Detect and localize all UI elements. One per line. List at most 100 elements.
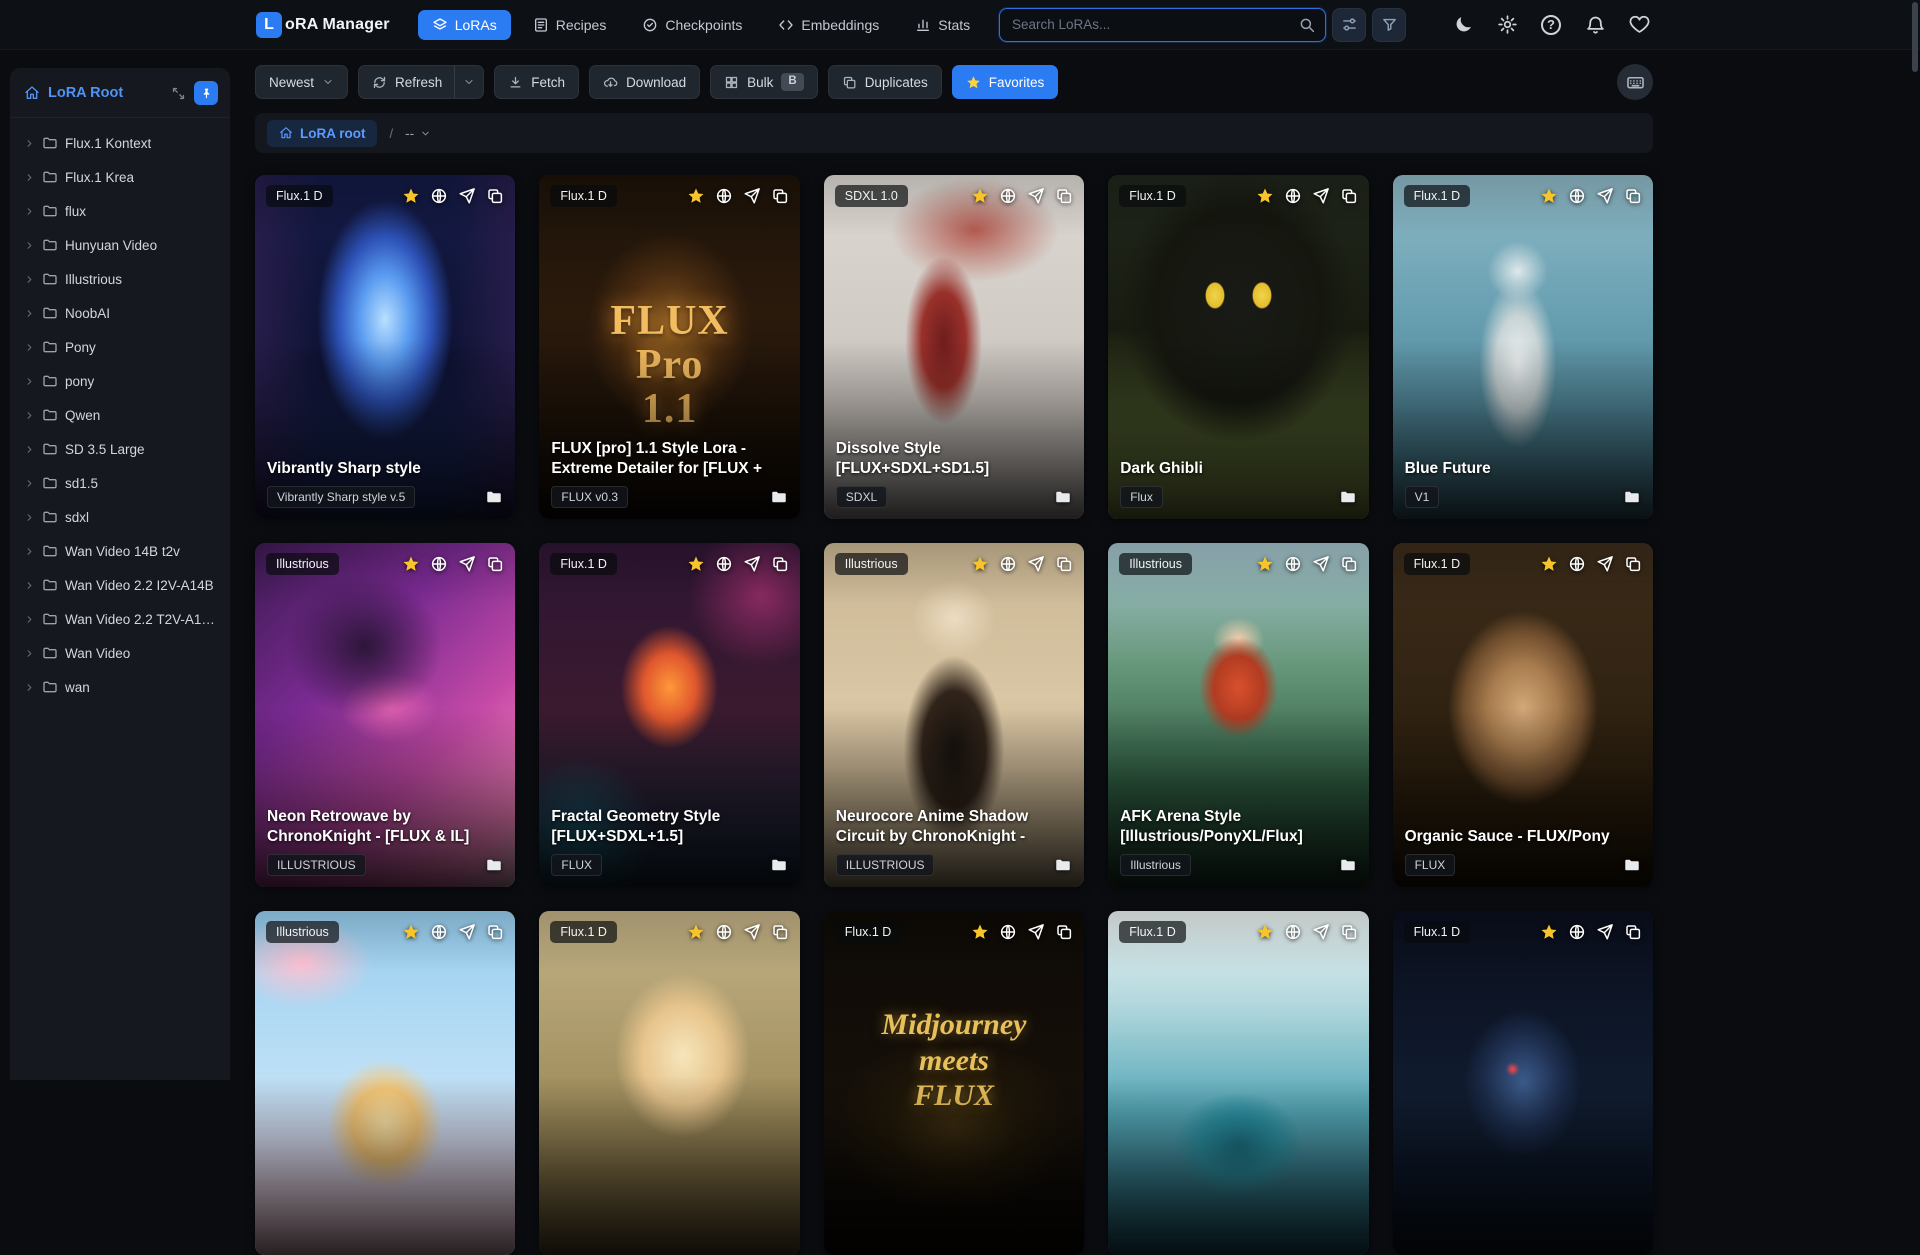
open-folder-icon[interactable] (1054, 856, 1072, 874)
pin-sidebar-button[interactable] (194, 81, 218, 105)
sidebar-folder-item[interactable]: Wan Video 2.2 I2V-A14B (16, 568, 224, 602)
copy-icon[interactable] (771, 555, 789, 573)
refresh-button[interactable]: Refresh (358, 65, 485, 99)
globe-icon[interactable] (430, 555, 448, 573)
copy-icon[interactable] (771, 187, 789, 205)
send-icon[interactable] (458, 555, 476, 573)
favorite-star-icon[interactable] (971, 923, 989, 941)
sidebar-folder-item[interactable]: Qwen (16, 398, 224, 432)
nav-tab-loras[interactable]: LoRAs (417, 9, 511, 40)
sort-select[interactable]: Newest (255, 65, 349, 99)
lora-card[interactable]: Illustrious Neon Retrowave by ChronoKnig… (255, 543, 516, 887)
notifications-button[interactable] (1584, 14, 1606, 36)
help-button[interactable]: ? (1540, 14, 1562, 36)
copy-icon[interactable] (771, 923, 789, 941)
copy-icon[interactable] (1340, 555, 1358, 573)
send-icon[interactable] (1312, 923, 1330, 941)
favorites-nav-button[interactable] (1628, 14, 1650, 36)
open-folder-icon[interactable] (1339, 488, 1357, 506)
copy-icon[interactable] (486, 923, 504, 941)
sidebar-folder-item[interactable]: Wan Video (16, 636, 224, 670)
send-icon[interactable] (1027, 555, 1045, 573)
lora-card[interactable]: Flux.1 D Dark Ghibli Flux (1108, 175, 1369, 519)
send-icon[interactable] (1596, 555, 1614, 573)
favorite-star-icon[interactable] (1256, 187, 1274, 205)
favorite-star-icon[interactable] (687, 923, 705, 941)
lora-card[interactable]: Flux.1 D (1108, 911, 1369, 1255)
globe-icon[interactable] (715, 187, 733, 205)
globe-icon[interactable] (999, 555, 1017, 573)
globe-icon[interactable] (999, 923, 1017, 941)
open-folder-icon[interactable] (1339, 856, 1357, 874)
favorite-star-icon[interactable] (1540, 555, 1558, 573)
send-icon[interactable] (1312, 555, 1330, 573)
lora-card[interactable]: Flux.1 D (1392, 911, 1653, 1255)
sidebar-root-label[interactable]: LoRA Root (48, 85, 163, 101)
sidebar-folder-item[interactable]: Flux.1 Krea (16, 160, 224, 194)
bulk-button[interactable]: Bulk B (710, 65, 818, 99)
copy-icon[interactable] (1055, 923, 1073, 941)
copy-icon[interactable] (1624, 187, 1642, 205)
copy-icon[interactable] (1624, 555, 1642, 573)
favorite-star-icon[interactable] (687, 187, 705, 205)
keyboard-shortcuts-button[interactable] (1617, 64, 1653, 100)
send-icon[interactable] (743, 187, 761, 205)
send-icon[interactable] (743, 923, 761, 941)
open-folder-icon[interactable] (770, 856, 788, 874)
copy-icon[interactable] (1055, 187, 1073, 205)
sidebar-folder-item[interactable]: Flux.1 Kontext (16, 126, 224, 160)
lora-card[interactable]: SDXL 1.0 Dissolve Style [FLUX+SDXL+SD1.5… (823, 175, 1085, 519)
globe-icon[interactable] (715, 555, 733, 573)
globe-icon[interactable] (1568, 555, 1586, 573)
settings-button[interactable] (1496, 14, 1518, 36)
nav-tab-checkpoints[interactable]: Checkpoints (628, 10, 756, 40)
send-icon[interactable] (458, 187, 476, 205)
favorite-star-icon[interactable] (1540, 187, 1558, 205)
copy-icon[interactable] (1340, 923, 1358, 941)
send-icon[interactable] (458, 923, 476, 941)
send-icon[interactable] (1596, 923, 1614, 941)
lora-card[interactable]: Illustrious (255, 911, 516, 1255)
lora-card[interactable]: Illustrious Neurocore Anime Shadow Circu… (823, 543, 1085, 887)
globe-icon[interactable] (715, 923, 733, 941)
copy-icon[interactable] (486, 555, 504, 573)
open-folder-icon[interactable] (770, 488, 788, 506)
sidebar-folder-item[interactable]: Illustrious (16, 262, 224, 296)
download-button[interactable]: Download (589, 65, 701, 99)
lora-card[interactable]: MidjourneymeetsFLUX Flux.1 D (823, 911, 1085, 1255)
globe-icon[interactable] (430, 923, 448, 941)
favorite-star-icon[interactable] (971, 187, 989, 205)
app-brand[interactable]: L oRA Manager (256, 11, 390, 38)
globe-icon[interactable] (1284, 187, 1302, 205)
filter-funnel-button[interactable] (1372, 7, 1406, 42)
open-folder-icon[interactable] (1623, 488, 1641, 506)
sidebar-folder-item[interactable]: sdxl (16, 500, 224, 534)
favorite-star-icon[interactable] (1540, 923, 1558, 941)
copy-icon[interactable] (486, 187, 504, 205)
sidebar-folder-item[interactable]: Pony (16, 330, 224, 364)
duplicates-button[interactable]: Duplicates (827, 65, 942, 99)
open-folder-icon[interactable] (485, 488, 503, 506)
breadcrumb-root[interactable]: LoRA root (267, 119, 378, 147)
sidebar-folder-item[interactable]: wan (16, 670, 224, 704)
globe-icon[interactable] (430, 187, 448, 205)
favorite-star-icon[interactable] (1256, 923, 1274, 941)
globe-icon[interactable] (1568, 187, 1586, 205)
lora-card[interactable]: Flux.1 D Vibrantly Sharp style Vibrantly… (255, 175, 516, 519)
sidebar-folder-item[interactable]: pony (16, 364, 224, 398)
open-folder-icon[interactable] (1623, 856, 1641, 874)
breadcrumb-current[interactable]: -- (405, 126, 431, 141)
dark-mode-toggle[interactable] (1452, 14, 1474, 36)
favorite-star-icon[interactable] (402, 923, 420, 941)
favorite-star-icon[interactable] (971, 555, 989, 573)
globe-icon[interactable] (1568, 923, 1586, 941)
open-folder-icon[interactable] (485, 856, 503, 874)
filter-sliders-button[interactable] (1332, 7, 1366, 42)
sidebar-folder-item[interactable]: NoobAI (16, 296, 224, 330)
send-icon[interactable] (1312, 187, 1330, 205)
lora-card[interactable]: Illustrious AFK Arena Style [Illustrious… (1108, 543, 1369, 887)
sidebar-folder-item[interactable]: sd1.5 (16, 466, 224, 500)
lora-card[interactable]: Flux.1 D Blue Future V1 (1392, 175, 1653, 519)
favorite-star-icon[interactable] (402, 187, 420, 205)
sidebar-folder-item[interactable]: Hunyuan Video (16, 228, 224, 262)
